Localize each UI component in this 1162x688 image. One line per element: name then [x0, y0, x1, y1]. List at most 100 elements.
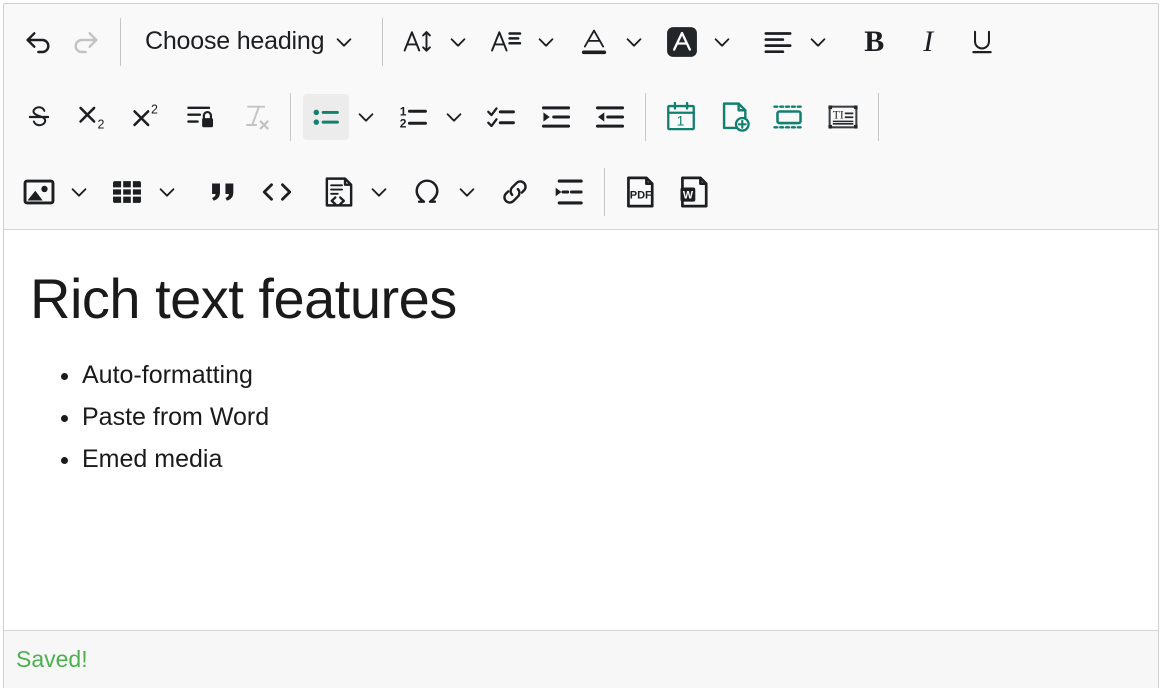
toolbar-separator: [120, 17, 121, 66]
font-family-button[interactable]: [483, 19, 529, 65]
code-block-icon: [322, 175, 356, 209]
bulleted-list-dropdown-caret[interactable]: [349, 94, 383, 140]
numbered-list-dropdown-caret[interactable]: [437, 94, 471, 140]
redo-icon: [69, 26, 101, 58]
undo-icon: [23, 26, 55, 58]
page-add-icon: [718, 100, 752, 134]
rich-text-editor-app: Choose heading B I 2 2 1 2 1 TI PDF W Ri…: [0, 0, 1162, 688]
subscript-button[interactable]: 2: [70, 94, 116, 140]
insert-table-dropdown-caret[interactable]: [150, 169, 184, 215]
alignment-button[interactable]: [755, 19, 801, 65]
chevron-down-icon: [324, 19, 364, 65]
toolbar-row-3: PDF W: [4, 154, 1158, 229]
highlight-icon: [663, 23, 701, 61]
font-color-dropdown-caret[interactable]: [617, 19, 651, 65]
todo-list-button[interactable]: [479, 94, 525, 140]
bold-icon: B: [864, 24, 885, 58]
toolbar-separator: [604, 167, 605, 216]
undo-button[interactable]: [16, 19, 62, 65]
toolbar-separator: [645, 92, 646, 141]
toolbar-separator: [878, 92, 879, 141]
page-break-button[interactable]: [546, 169, 592, 215]
decrease-indent-button[interactable]: [587, 94, 633, 140]
code-block-button[interactable]: [316, 169, 362, 215]
alignment-dropdown-caret[interactable]: [801, 19, 835, 65]
insert-textbox-button[interactable]: [766, 94, 812, 140]
insert-image-dropdown-caret[interactable]: [62, 169, 96, 215]
heading-select-label: Choose heading: [145, 27, 325, 55]
export-word-button[interactable]: W: [671, 169, 717, 215]
numbered-list-button[interactable]: 1 2: [391, 94, 437, 140]
document-bulleted-list[interactable]: Auto-formatting Paste from Word Emed med…: [30, 354, 1128, 480]
bulleted-list-button[interactable]: [303, 93, 349, 140]
export-pdf-button[interactable]: PDF: [617, 169, 663, 215]
template-icon: TI: [826, 100, 860, 134]
numbered-list-icon: 1 2: [398, 101, 430, 133]
editor-frame: Choose heading B I 2 2 1 2 1 TI PDF W Ri…: [3, 3, 1159, 688]
underline-button[interactable]: [959, 19, 1005, 65]
svg-text:1: 1: [677, 112, 685, 128]
underline-icon: [967, 27, 997, 57]
highlight-button[interactable]: [659, 19, 705, 65]
table-icon: [110, 175, 144, 209]
toolbar-row-1: Choose heading B I: [4, 4, 1158, 79]
redo-button[interactable]: [62, 19, 108, 65]
page-break-icon: [552, 175, 586, 209]
svg-text:2: 2: [98, 117, 105, 131]
link-icon: [499, 176, 531, 208]
svg-text:PDF: PDF: [630, 189, 652, 201]
list-item[interactable]: Paste from Word: [82, 396, 1128, 438]
save-status-text: Saved!: [16, 646, 88, 672]
toolbar-separator: [290, 92, 291, 141]
highlight-dropdown-caret[interactable]: [705, 19, 739, 65]
inline-code-button[interactable]: [254, 169, 300, 215]
remove-format-button[interactable]: [232, 94, 278, 140]
font-size-dropdown-caret[interactable]: [441, 19, 475, 65]
blockquote-button[interactable]: [200, 169, 246, 215]
superscript-icon: 2: [130, 100, 164, 134]
font-size-icon: [401, 25, 435, 59]
insert-date-button[interactable]: 1: [658, 94, 704, 140]
insert-link-button[interactable]: [492, 169, 538, 215]
bold-button[interactable]: B: [851, 19, 897, 65]
increase-indent-button[interactable]: [533, 94, 579, 140]
font-color-button[interactable]: [571, 19, 617, 65]
heading-select[interactable]: Choose heading: [133, 19, 370, 65]
svg-text:TI: TI: [833, 109, 844, 121]
strikethrough-icon: [24, 102, 54, 132]
special-character-dropdown-caret[interactable]: [450, 169, 484, 215]
font-family-dropdown-caret[interactable]: [529, 19, 563, 65]
editor-content-area[interactable]: Rich text features Auto-formatting Paste…: [4, 230, 1158, 630]
align-left-icon: [761, 25, 795, 59]
omega-icon: [410, 175, 444, 209]
superscript-button[interactable]: 2: [124, 94, 170, 140]
toolbar-row-2: 2 2 1 2 1 TI: [4, 79, 1158, 154]
special-character-button[interactable]: [404, 169, 450, 215]
restricted-editing-button[interactable]: [178, 94, 224, 140]
text-box-icon: [772, 100, 806, 134]
code-block-dropdown-caret[interactable]: [362, 169, 396, 215]
insert-template-button[interactable]: TI: [820, 94, 866, 140]
toolbar-separator: [382, 17, 384, 66]
font-size-button[interactable]: [395, 19, 441, 65]
strikethrough-button[interactable]: [16, 94, 62, 140]
list-item[interactable]: Auto-formatting: [82, 354, 1128, 396]
insert-image-button[interactable]: [16, 169, 62, 215]
italic-icon: I: [923, 24, 934, 58]
increase-indent-icon: [540, 101, 572, 133]
pdf-icon: PDF: [622, 174, 658, 210]
todo-list-icon: [486, 101, 518, 133]
remove-format-icon: [239, 101, 271, 133]
code-icon: [260, 175, 294, 209]
lock-paragraph-icon: [185, 101, 217, 133]
svg-text:W: W: [683, 189, 694, 201]
list-item[interactable]: Emed media: [82, 438, 1128, 480]
editor-toolbar: Choose heading B I 2 2 1 2 1 TI PDF W: [4, 4, 1158, 230]
editor-statusbar: Saved!: [4, 630, 1158, 688]
insert-page-button[interactable]: [712, 94, 758, 140]
svg-text:2: 2: [151, 102, 158, 116]
insert-table-button[interactable]: [104, 169, 150, 215]
italic-button[interactable]: I: [905, 19, 951, 65]
svg-text:2: 2: [400, 116, 407, 130]
document-title[interactable]: Rich text features: [30, 266, 1128, 332]
